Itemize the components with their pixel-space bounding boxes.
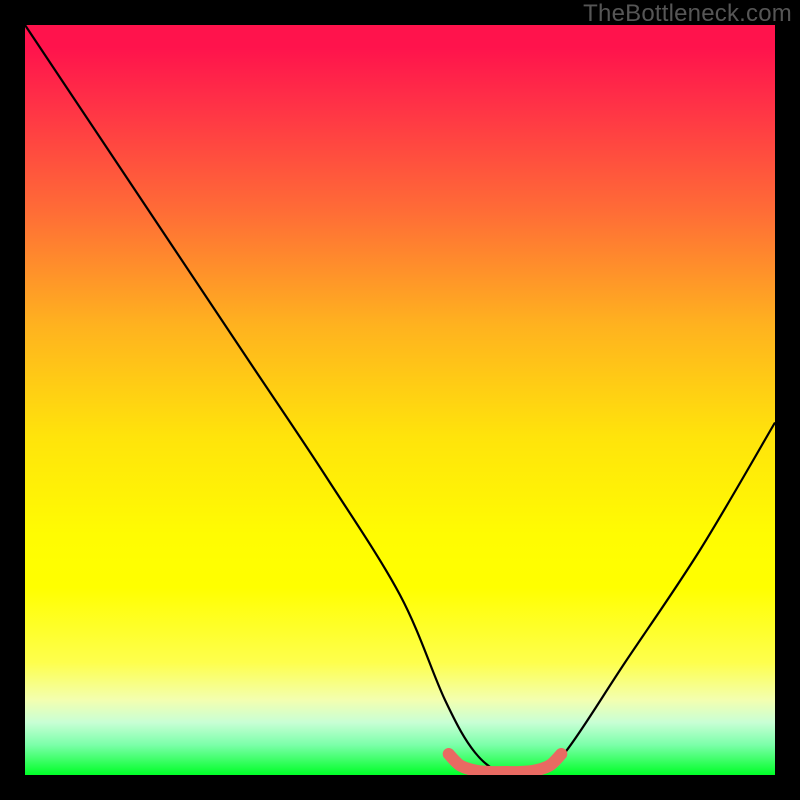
chart-svg <box>25 25 775 775</box>
watermark-text: TheBottleneck.com <box>583 0 792 28</box>
bottleneck-curve <box>25 25 775 775</box>
plot-area <box>25 25 775 775</box>
chart-frame: TheBottleneck.com <box>0 0 800 800</box>
optimal-zone-marker <box>449 754 562 772</box>
